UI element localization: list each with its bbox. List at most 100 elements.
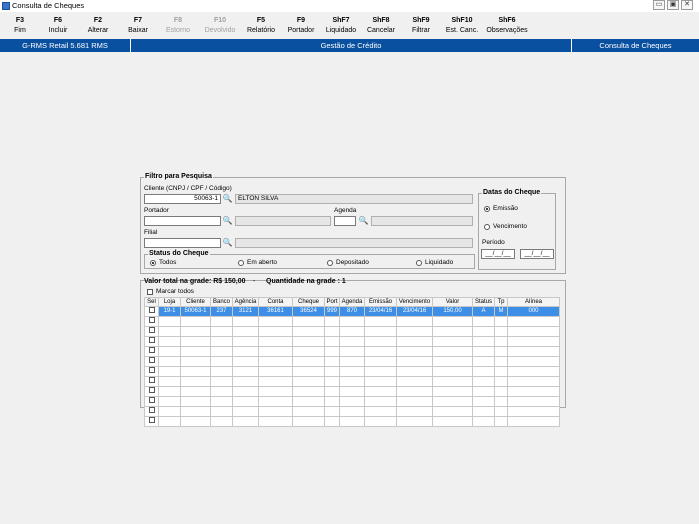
column-header[interactable]: Loja: [158, 297, 181, 307]
table-cell: [396, 326, 433, 337]
table-cell: [232, 326, 259, 337]
row-select-checkbox[interactable]: [148, 387, 155, 393]
column-header[interactable]: Cliente: [180, 297, 211, 307]
toolbar-button-shf7[interactable]: ShF7 Liquidado: [319, 16, 363, 36]
periodo-from-input[interactable]: __/__/__: [481, 249, 515, 259]
table-cell: [507, 406, 560, 417]
table-row-empty[interactable]: [144, 326, 560, 337]
table-cell: [180, 356, 211, 367]
agenda-input[interactable]: [334, 216, 356, 226]
status-depositado-radio[interactable]: Depositado: [327, 259, 369, 267]
column-header[interactable]: Conta: [258, 297, 293, 307]
toolbar-button-f9[interactable]: F9 Portador: [279, 16, 323, 36]
row-select-checkbox[interactable]: [148, 347, 155, 353]
row-select-checkbox[interactable]: [148, 317, 155, 323]
cliente-label: Cliente (CNPJ / CPF / Código): [144, 185, 232, 192]
table-cell: [158, 336, 181, 347]
portador-search-binoculars-icon[interactable]: 🔍: [222, 216, 233, 226]
toolbar-button-f5[interactable]: F5 Relatório: [239, 16, 283, 36]
status-todos-radio[interactable]: Todos: [150, 259, 176, 267]
toolbar-button-shf6[interactable]: ShF6 Observações: [485, 16, 529, 36]
column-header[interactable]: Port: [324, 297, 340, 307]
table-cell: [144, 406, 159, 417]
row-select-checkbox[interactable]: [148, 357, 155, 363]
table-cell: [292, 316, 325, 327]
column-header[interactable]: Valor: [432, 297, 473, 307]
row-select-checkbox[interactable]: [148, 397, 155, 403]
table-cell: [396, 376, 433, 387]
row-select-checkbox[interactable]: [148, 327, 155, 333]
minimize-button[interactable]: ▭: [653, 0, 665, 10]
column-header[interactable]: Banco: [210, 297, 233, 307]
column-header[interactable]: Emissão: [364, 297, 397, 307]
table-row-empty[interactable]: [144, 336, 560, 347]
table-cell: [432, 326, 473, 337]
table-cell: M: [494, 306, 508, 317]
row-select-checkbox[interactable]: [148, 377, 155, 383]
toolbar-button-f8[interactable]: F8 Estorno: [156, 16, 200, 36]
table-row-empty[interactable]: [144, 376, 560, 387]
table-row-empty[interactable]: [144, 346, 560, 357]
table-cell: [507, 376, 560, 387]
column-header[interactable]: Cheque: [292, 297, 325, 307]
table-cell: [292, 416, 325, 427]
row-select-checkbox[interactable]: [148, 417, 155, 423]
row-select-checkbox[interactable]: [148, 407, 155, 413]
portador-input[interactable]: [144, 216, 221, 226]
portador-name-field: [235, 216, 331, 226]
table-row-empty[interactable]: [144, 366, 560, 377]
status-em-aberto-radio[interactable]: Em aberto: [238, 259, 277, 267]
table-cell: [258, 406, 293, 417]
toolbar-button-f2[interactable]: F2 Alterar: [76, 16, 120, 36]
table-cell: 237: [210, 306, 233, 317]
cliente-input[interactable]: 50063-1: [144, 194, 221, 204]
restore-button[interactable]: ▣: [667, 0, 679, 10]
table-cell: [339, 356, 365, 367]
table-row-empty[interactable]: [144, 356, 560, 367]
table-cell: [432, 406, 473, 417]
row-select-checkbox[interactable]: [148, 367, 155, 373]
valor-total-text: Valor total na grade: R$ 150,00: [144, 278, 246, 285]
column-header[interactable]: Sel: [144, 297, 159, 307]
table-cell: [432, 336, 473, 347]
table-row-empty[interactable]: [144, 406, 560, 417]
table-cell: [324, 336, 340, 347]
table-row-empty[interactable]: [144, 386, 560, 397]
datas-emissao-radio[interactable]: Emissão: [484, 205, 518, 213]
table-cell: [144, 396, 159, 407]
toolbar-button-shf9[interactable]: ShF9 Filtrar: [399, 16, 443, 36]
table-cell: [258, 356, 293, 367]
toolbar-button-f10[interactable]: F10 Devolvido: [198, 16, 242, 36]
module-title: Gestão de Crédito: [320, 41, 382, 50]
table-row-empty[interactable]: [144, 396, 560, 407]
periodo-to-input[interactable]: __/__/__: [520, 249, 554, 259]
table-cell: [292, 406, 325, 417]
column-header[interactable]: Vencimento: [396, 297, 433, 307]
agenda-search-binoculars-icon[interactable]: 🔍: [358, 216, 369, 226]
column-header[interactable]: Agenda: [339, 297, 365, 307]
datas-vencimento-radio[interactable]: Vencimento: [484, 223, 527, 231]
status-liquidado-radio[interactable]: Liquidado: [416, 259, 453, 267]
table-row-empty[interactable]: [144, 416, 560, 427]
toolbar-button-f7[interactable]: F7 Baixar: [116, 16, 160, 36]
close-button[interactable]: ✕: [681, 0, 693, 10]
toolbar-button-shf8[interactable]: ShF8 Cancelar: [359, 16, 403, 36]
table-cell: [292, 386, 325, 397]
table-cell: [494, 366, 508, 377]
toolbar-button-shf10[interactable]: ShF10 Est. Canc.: [440, 16, 484, 36]
column-header[interactable]: Status: [472, 297, 495, 307]
row-select-checkbox[interactable]: [148, 337, 155, 343]
column-header[interactable]: Agência: [232, 297, 259, 307]
table-row-empty[interactable]: [144, 316, 560, 327]
cliente-search-binoculars-icon[interactable]: 🔍: [222, 194, 233, 204]
toolbar-button-f6[interactable]: F6 Incluir: [36, 16, 80, 36]
filial-search-binoculars-icon[interactable]: 🔍: [222, 238, 233, 248]
table-row[interactable]: 19-1 50063-1 237 3121 36161 36524 999 870 23/04/…: [144, 306, 560, 317]
column-header[interactable]: Tp: [494, 297, 508, 307]
table-cell: [494, 346, 508, 357]
filial-input[interactable]: [144, 238, 221, 248]
row-select-checkbox[interactable]: [148, 307, 155, 313]
column-header[interactable]: Alínea: [507, 297, 560, 307]
toolbar-key: F8: [173, 17, 183, 24]
marcar-todos-checkbox[interactable]: Marcar todos: [147, 288, 194, 296]
